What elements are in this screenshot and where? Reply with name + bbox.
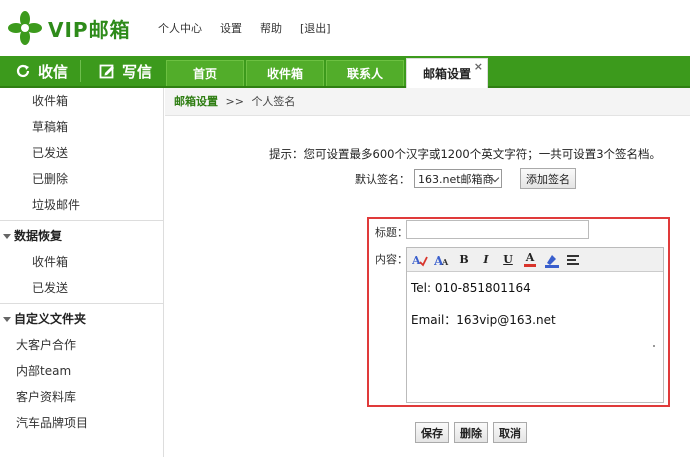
sidebar-group-label: 自定义文件夹	[14, 312, 87, 326]
sidebar-item-custom-4[interactable]: 汽车品牌项目	[0, 410, 163, 436]
tab-contacts-label: 联系人	[346, 67, 383, 81]
receive-mail-button[interactable]: 收信	[14, 56, 68, 86]
title-label: 标题：	[375, 226, 408, 239]
main-content: 邮箱设置 >> 个人签名 提示：您可设置最多600个汉字或1200个英文字符；一…	[165, 88, 690, 457]
cancel-button[interactable]: 取消	[493, 422, 527, 443]
form-actions: 保存 删除 取消	[415, 422, 527, 443]
sidebar-item-deleted[interactable]: 已删除	[0, 166, 163, 192]
settings-link[interactable]: 设置	[220, 20, 242, 36]
tab-mail-settings[interactable]: 邮箱设置 ×	[406, 58, 488, 88]
sidebar-item-sent[interactable]: 已发送	[0, 140, 163, 166]
sidebar-group-recovery[interactable]: 数据恢复	[0, 223, 163, 249]
editor-speck	[653, 345, 655, 347]
collapse-arrow-icon	[3, 317, 11, 322]
logo-text: VIP邮箱	[48, 17, 131, 42]
default-signature-select[interactable]: 163.net邮箱商	[414, 169, 502, 188]
highlight-icon[interactable]	[543, 251, 561, 269]
sidebar-group-custom[interactable]: 自定义文件夹	[0, 306, 163, 332]
breadcrumb-root[interactable]: 邮箱设置	[174, 95, 218, 108]
spellcheck-icon[interactable]: A	[411, 251, 429, 269]
breadcrumb: 邮箱设置 >> 个人签名	[165, 88, 690, 116]
sidebar-item-recovery-sent[interactable]: 已发送	[0, 275, 163, 301]
signature-line-email: Email：163vip@163.net	[411, 313, 556, 327]
sidebar-item-drafts[interactable]: 草稿箱	[0, 114, 163, 140]
logo-flower-icon	[8, 11, 42, 45]
sidebar-group-label: 数据恢复	[14, 229, 63, 243]
default-signature-row: 默认签名： 163.net邮箱商 添加签名	[355, 168, 576, 189]
save-button[interactable]: 保存	[415, 422, 449, 443]
collapse-arrow-icon	[3, 234, 11, 239]
sidebar-item-recovery-inbox[interactable]: 收件箱	[0, 249, 163, 275]
tab-home[interactable]: 首页	[166, 60, 244, 86]
align-icon[interactable]	[565, 251, 583, 269]
signature-line-blank	[411, 296, 659, 312]
personal-center-link[interactable]: 个人中心	[158, 20, 202, 36]
compose-label: 写信	[122, 62, 153, 81]
underline-icon[interactable]: U	[499, 251, 517, 269]
title-input[interactable]	[406, 220, 589, 239]
top-header: VIP邮箱 个人中心 设置 帮助 [退出]	[0, 0, 690, 56]
logout-link[interactable]: [退出]	[300, 20, 331, 36]
sidebar-item-custom-2[interactable]: 内部team	[0, 358, 163, 384]
default-signature-value: 163.net邮箱商	[418, 172, 494, 186]
sidebar-divider	[0, 303, 163, 304]
svg-text:A: A	[412, 254, 421, 267]
italic-icon[interactable]: I	[477, 251, 495, 269]
delete-button[interactable]: 删除	[454, 422, 488, 443]
bold-icon[interactable]: B	[455, 251, 473, 269]
hint-text: 提示：您可设置最多600个汉字或1200个英文字符；一共可设置3个签名档。	[269, 147, 662, 161]
sidebar-item-custom-1[interactable]: 大客户合作	[0, 332, 163, 358]
color-swatch	[524, 264, 536, 267]
tab-contacts[interactable]: 联系人	[326, 60, 404, 86]
tab-inbox[interactable]: 收件箱	[246, 60, 324, 86]
editor-body[interactable]: Tel: 010-851801164 Email：163vip@163.net	[407, 272, 663, 336]
content-label: 内容：	[375, 253, 408, 266]
add-signature-button[interactable]: 添加签名	[520, 168, 576, 189]
sidebar-divider	[0, 220, 163, 221]
tab-home-label: 首页	[192, 67, 217, 81]
text-color-letter: A	[525, 251, 535, 264]
receive-label: 收信	[38, 62, 69, 81]
signature-line-phone: Tel: 010-851801164	[411, 281, 531, 295]
close-icon[interactable]: ×	[474, 60, 483, 73]
signature-editor[interactable]: A AA B I U A Tel: 010-851801164 Email：16…	[406, 247, 664, 403]
help-link[interactable]: 帮助	[260, 20, 282, 36]
refresh-icon	[14, 62, 32, 80]
svg-text:A: A	[441, 257, 449, 267]
compose-icon	[98, 62, 116, 80]
editor-toolbar: A AA B I U A	[407, 248, 663, 272]
sidebar-item-custom-3[interactable]: 客户资料库	[0, 384, 163, 410]
default-signature-label: 默认签名：	[355, 172, 410, 186]
sidebar-item-inbox[interactable]: 收件箱	[0, 88, 163, 114]
tab-inbox-label: 收件箱	[266, 67, 303, 81]
sidebar-item-spam[interactable]: 垃圾邮件	[0, 192, 163, 218]
nav-bar: 收信 写信 首页 收件箱 联系人 邮箱设置 ×	[0, 56, 690, 88]
tab-mail-settings-label: 邮箱设置	[422, 67, 471, 81]
compose-button[interactable]: 写信	[98, 56, 152, 86]
nav-divider	[80, 60, 81, 82]
top-links: 个人中心 设置 帮助 [退出]	[158, 20, 349, 36]
logo[interactable]: VIP邮箱	[8, 6, 148, 50]
breadcrumb-separator: >>	[225, 95, 244, 108]
sidebar: 收件箱 草稿箱 已发送 已删除 垃圾邮件 数据恢复 收件箱 已发送 自定义文件夹…	[0, 88, 164, 457]
breadcrumb-current: 个人签名	[251, 95, 296, 108]
font-icon[interactable]: AA	[433, 251, 451, 269]
text-color-icon[interactable]: A	[521, 251, 539, 269]
